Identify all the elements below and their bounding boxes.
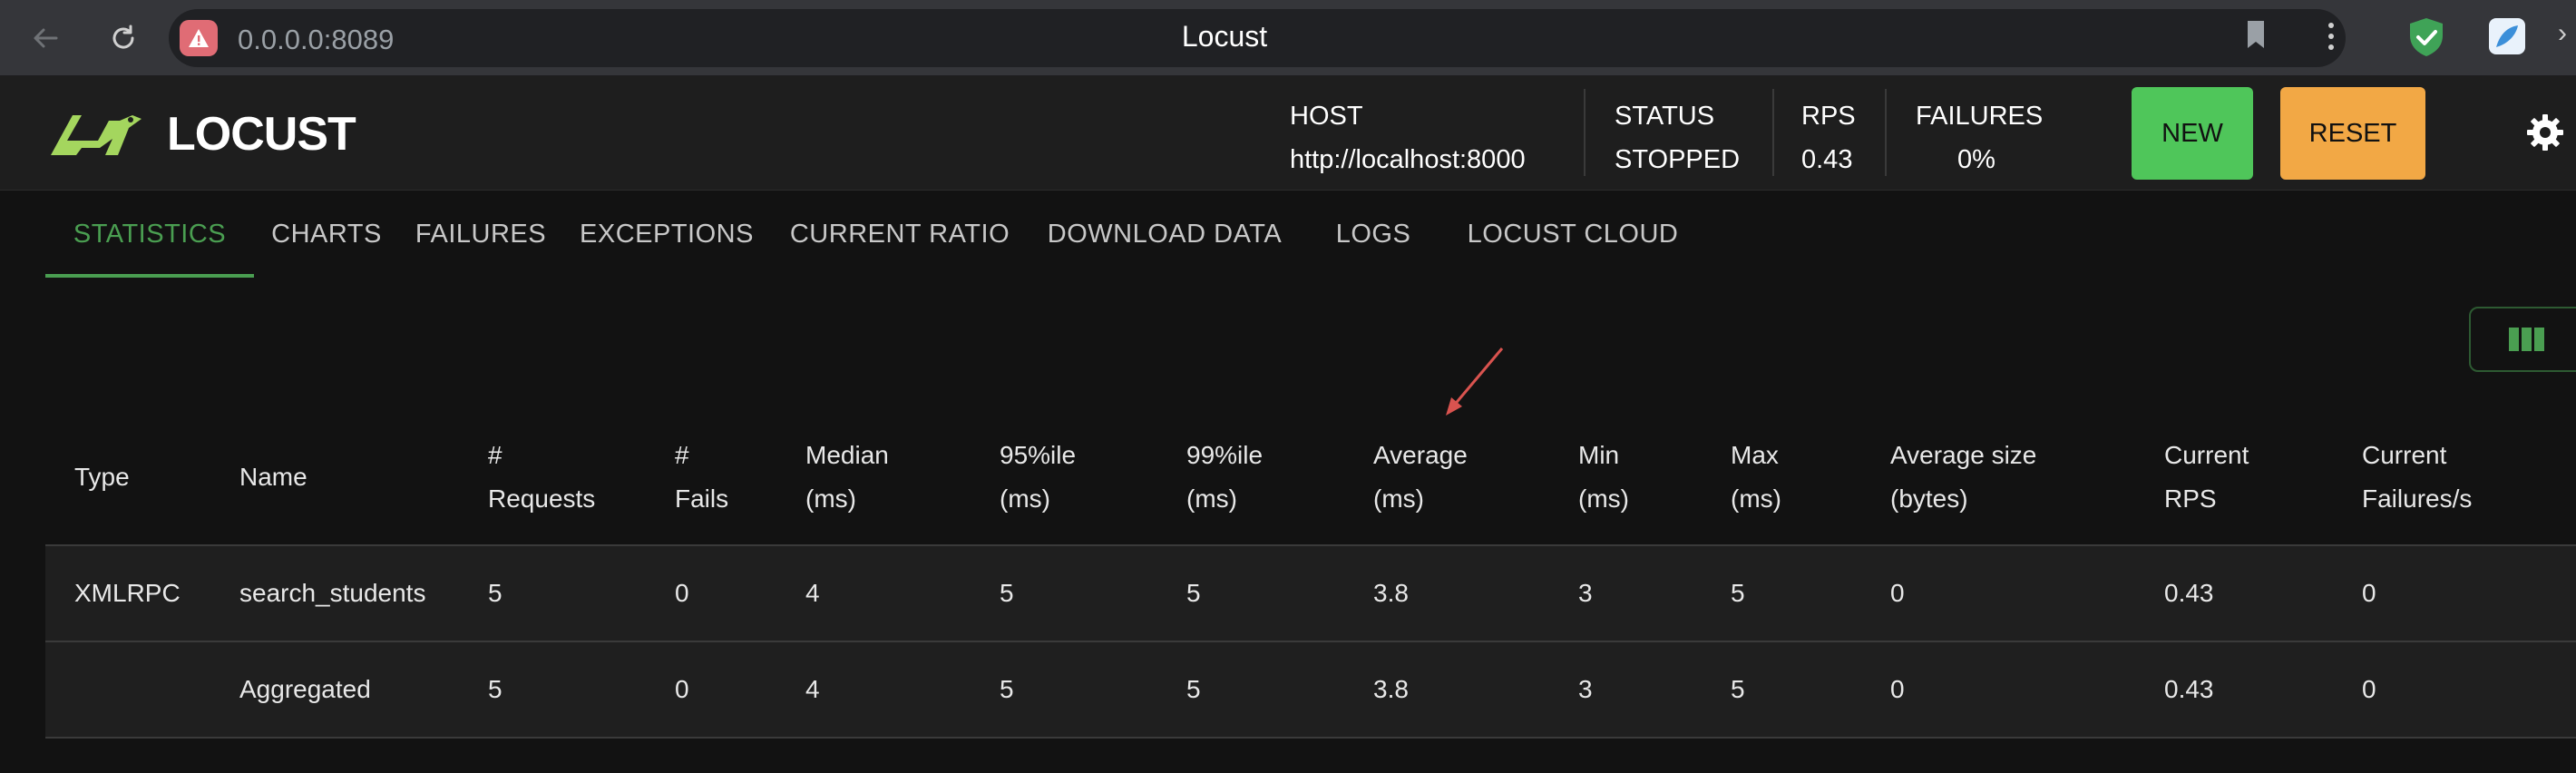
tab-failures[interactable]: FAILURES [399,201,562,278]
header-fails[interactable]: # Fails [675,434,728,521]
cell-95ile: 5 [1000,579,1014,607]
cell-max: 5 [1731,579,1745,607]
header-99ile[interactable]: 99%ile (ms) [1186,434,1263,521]
status-value: STOPPED [1615,145,1741,174]
extension-overflow-icon[interactable]: › [2558,18,2567,49]
tab-logs[interactable]: LOGS [1301,201,1446,278]
header-average-size[interactable]: Average size (bytes) [1890,434,2036,521]
header-average[interactable]: Average (ms) [1373,434,1468,521]
tab-statistics[interactable]: STATISTICS [45,201,254,278]
page-title: Locust [1181,20,1268,53]
rps-label: RPS [1801,102,1856,131]
cell-median: 4 [805,579,820,607]
logo-text: LOCUST [167,108,356,161]
table-row[interactable]: Aggregated 5 0 4 5 5 3.8 3 5 0 0.43 0 [45,642,2576,739]
header-current-failures[interactable]: Current Failures/s [2362,434,2472,521]
shield-check-icon[interactable] [2407,16,2445,63]
columns-icon [2509,328,2544,351]
cell-average-size: 0 [1890,579,1905,607]
cell-min: 3 [1578,675,1593,703]
cell-current-rps: 0.43 [2164,675,2214,703]
app-header: LOCUST HOST http://localhost:8000 STATUS… [0,76,2576,191]
browser-toolbar: 0.0.0.0:8089 Locust › [0,0,2576,76]
cell-min: 3 [1578,579,1593,607]
statistics-table: Type Name # Requests # Fails Median (ms)… [45,399,2576,739]
host-value: http://localhost:8000 [1290,145,1526,174]
header-current-rps[interactable]: Current RPS [2164,434,2249,521]
cell-average: 3.8 [1373,675,1409,703]
status-stat: STATUS STOPPED [1615,93,1760,174]
cell-requests: 5 [488,675,503,703]
table-row[interactable]: XMLRPC search_students 5 0 4 5 5 3.8 3 5… [45,546,2576,642]
cell-name: search_students [239,579,426,607]
warning-icon[interactable] [180,20,218,56]
back-arrow-icon[interactable] [20,13,71,64]
cell-current-rps: 0.43 [2164,579,2214,607]
cell-fails: 0 [675,579,689,607]
url-text[interactable]: 0.0.0.0:8089 [238,24,394,56]
failures-value: 0% [1957,145,1995,174]
cell-current-failures: 0 [2362,675,2376,703]
tab-locust-cloud[interactable]: LOCUST CLOUD [1446,201,1700,278]
stat-divider [1584,89,1586,176]
failures-stat: FAILURES 0% [1916,93,2043,174]
active-tab-indicator [45,274,254,278]
rps-stat: RPS 0.43 [1801,93,1874,174]
stat-divider [1772,89,1774,176]
cell-95ile: 5 [1000,675,1014,703]
header-max[interactable]: Max (ms) [1731,434,1781,521]
cell-current-failures: 0 [2362,579,2376,607]
tab-download-data[interactable]: DOWNLOAD DATA [1029,201,1301,278]
table-header: Type Name # Requests # Fails Median (ms)… [45,399,2576,546]
stat-divider [1885,89,1887,176]
cell-99ile: 5 [1186,675,1201,703]
bookmark-icon[interactable] [2244,18,2268,55]
host-label: HOST [1290,102,1363,131]
menu-dots-icon[interactable] [2326,20,2337,57]
cell-median: 4 [805,675,820,703]
locust-logo: LOCUST [45,107,356,161]
cell-99ile: 5 [1186,579,1201,607]
status-label: STATUS [1615,102,1715,131]
tab-exceptions[interactable]: EXCEPTIONS [562,201,771,278]
cell-type: XMLRPC [74,579,181,607]
host-stat: HOST http://localhost:8000 [1290,93,1562,174]
header-median[interactable]: Median (ms) [805,434,889,521]
header-95ile[interactable]: 95%ile (ms) [1000,434,1076,521]
cell-average: 3.8 [1373,579,1409,607]
header-type[interactable]: Type [74,455,130,499]
gear-icon[interactable] [2525,113,2565,157]
header-name[interactable]: Name [239,455,307,499]
column-selector-button[interactable] [2469,307,2576,372]
tab-charts[interactable]: CHARTS [254,201,399,278]
cell-average-size: 0 [1890,675,1905,703]
cell-fails: 0 [675,675,689,703]
cell-requests: 5 [488,579,503,607]
reload-icon[interactable] [98,13,149,64]
failures-label: FAILURES [1916,102,2044,131]
header-requests[interactable]: # Requests [488,434,595,521]
tab-current-ratio[interactable]: CURRENT RATIO [771,201,1029,278]
new-test-button[interactable]: NEW [2132,87,2253,180]
locust-logo-icon [51,115,141,155]
rps-value: 0.43 [1801,145,1853,174]
reset-button[interactable]: RESET [2280,87,2425,180]
cell-max: 5 [1731,675,1745,703]
extension-app-icon[interactable] [2487,16,2527,61]
header-min[interactable]: Min (ms) [1578,434,1629,521]
cell-name: Aggregated [239,675,371,703]
